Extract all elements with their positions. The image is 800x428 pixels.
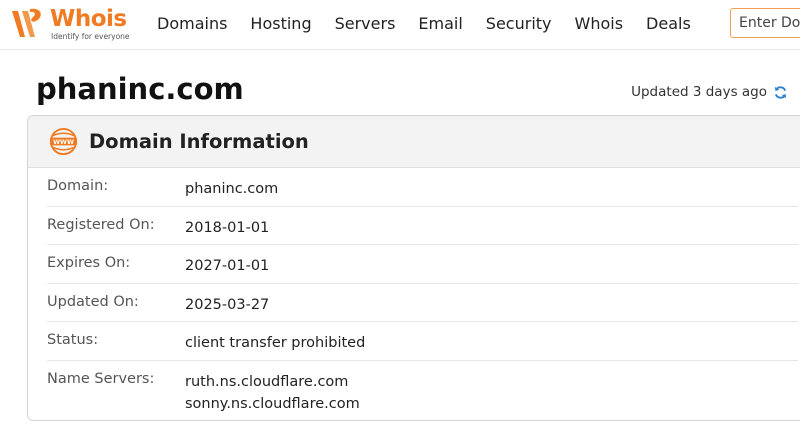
info-row-expires: Expires On: 2027-01-01 xyxy=(47,245,798,284)
info-row-status: Status: client transfer prohibited xyxy=(47,322,798,361)
nav-email[interactable]: Email xyxy=(418,14,462,33)
nav-deals[interactable]: Deals xyxy=(646,14,691,33)
logo-mark-icon xyxy=(12,8,41,37)
info-row-updated: Updated On: 2025-03-27 xyxy=(47,284,798,322)
refresh-icon[interactable] xyxy=(773,85,788,100)
panel-title: Domain Information xyxy=(89,130,309,153)
domain-info-panel: WWW Domain Information Domain: phaninc.c… xyxy=(27,115,800,421)
name-server: sonny.ns.cloudflare.com xyxy=(185,395,360,412)
row-label: Name Servers: xyxy=(47,370,155,387)
row-value: client transfer prohibited xyxy=(185,335,366,351)
updated-text: Updated 3 days ago xyxy=(631,84,767,100)
domain-search-input[interactable] xyxy=(730,8,800,38)
logo-tagline: Identify for everyone xyxy=(51,32,130,41)
www-icon: WWW xyxy=(49,127,78,156)
row-value: 2025-03-27 xyxy=(185,296,270,313)
info-row-registered: Registered On: 2018-01-01 xyxy=(47,207,798,245)
svg-text:WWW: WWW xyxy=(53,139,74,146)
nav-security[interactable]: Security xyxy=(486,14,552,33)
panel-header: WWW Domain Information xyxy=(28,116,800,168)
row-label: Registered On: xyxy=(47,216,155,233)
info-rows: Domain: phaninc.com Registered On: 2018-… xyxy=(28,168,800,421)
nav-hosting[interactable]: Hosting xyxy=(250,14,311,33)
nav-domains[interactable]: Domains xyxy=(157,14,227,33)
site-logo[interactable]: Whois Identify for everyone xyxy=(8,5,133,43)
main-nav: Domains Hosting Servers Email Security W… xyxy=(157,0,691,46)
updated-status: Updated 3 days ago xyxy=(631,84,788,100)
row-label: Domain: xyxy=(47,178,109,194)
site-header: Whois Identify for everyone Domains Host… xyxy=(0,0,800,50)
nav-whois[interactable]: Whois xyxy=(575,14,624,33)
page-title: phaninc.com xyxy=(36,72,244,106)
nav-servers[interactable]: Servers xyxy=(335,14,396,33)
row-value: phaninc.com xyxy=(185,181,279,197)
row-value: 2027-01-01 xyxy=(185,258,270,274)
name-server: ruth.ns.cloudflare.com xyxy=(185,373,349,390)
row-label: Expires On: xyxy=(47,255,131,271)
info-row-name-servers: Name Servers: ruth.ns.cloudflare.com son… xyxy=(47,361,798,421)
logo-word: Whois xyxy=(50,6,127,32)
row-label: Updated On: xyxy=(47,293,139,310)
row-value: ruth.ns.cloudflare.com sonny.ns.cloudfla… xyxy=(185,371,360,415)
info-row-domain: Domain: phaninc.com xyxy=(47,168,798,207)
row-label: Status: xyxy=(47,332,99,348)
row-value: 2018-01-01 xyxy=(185,219,270,236)
